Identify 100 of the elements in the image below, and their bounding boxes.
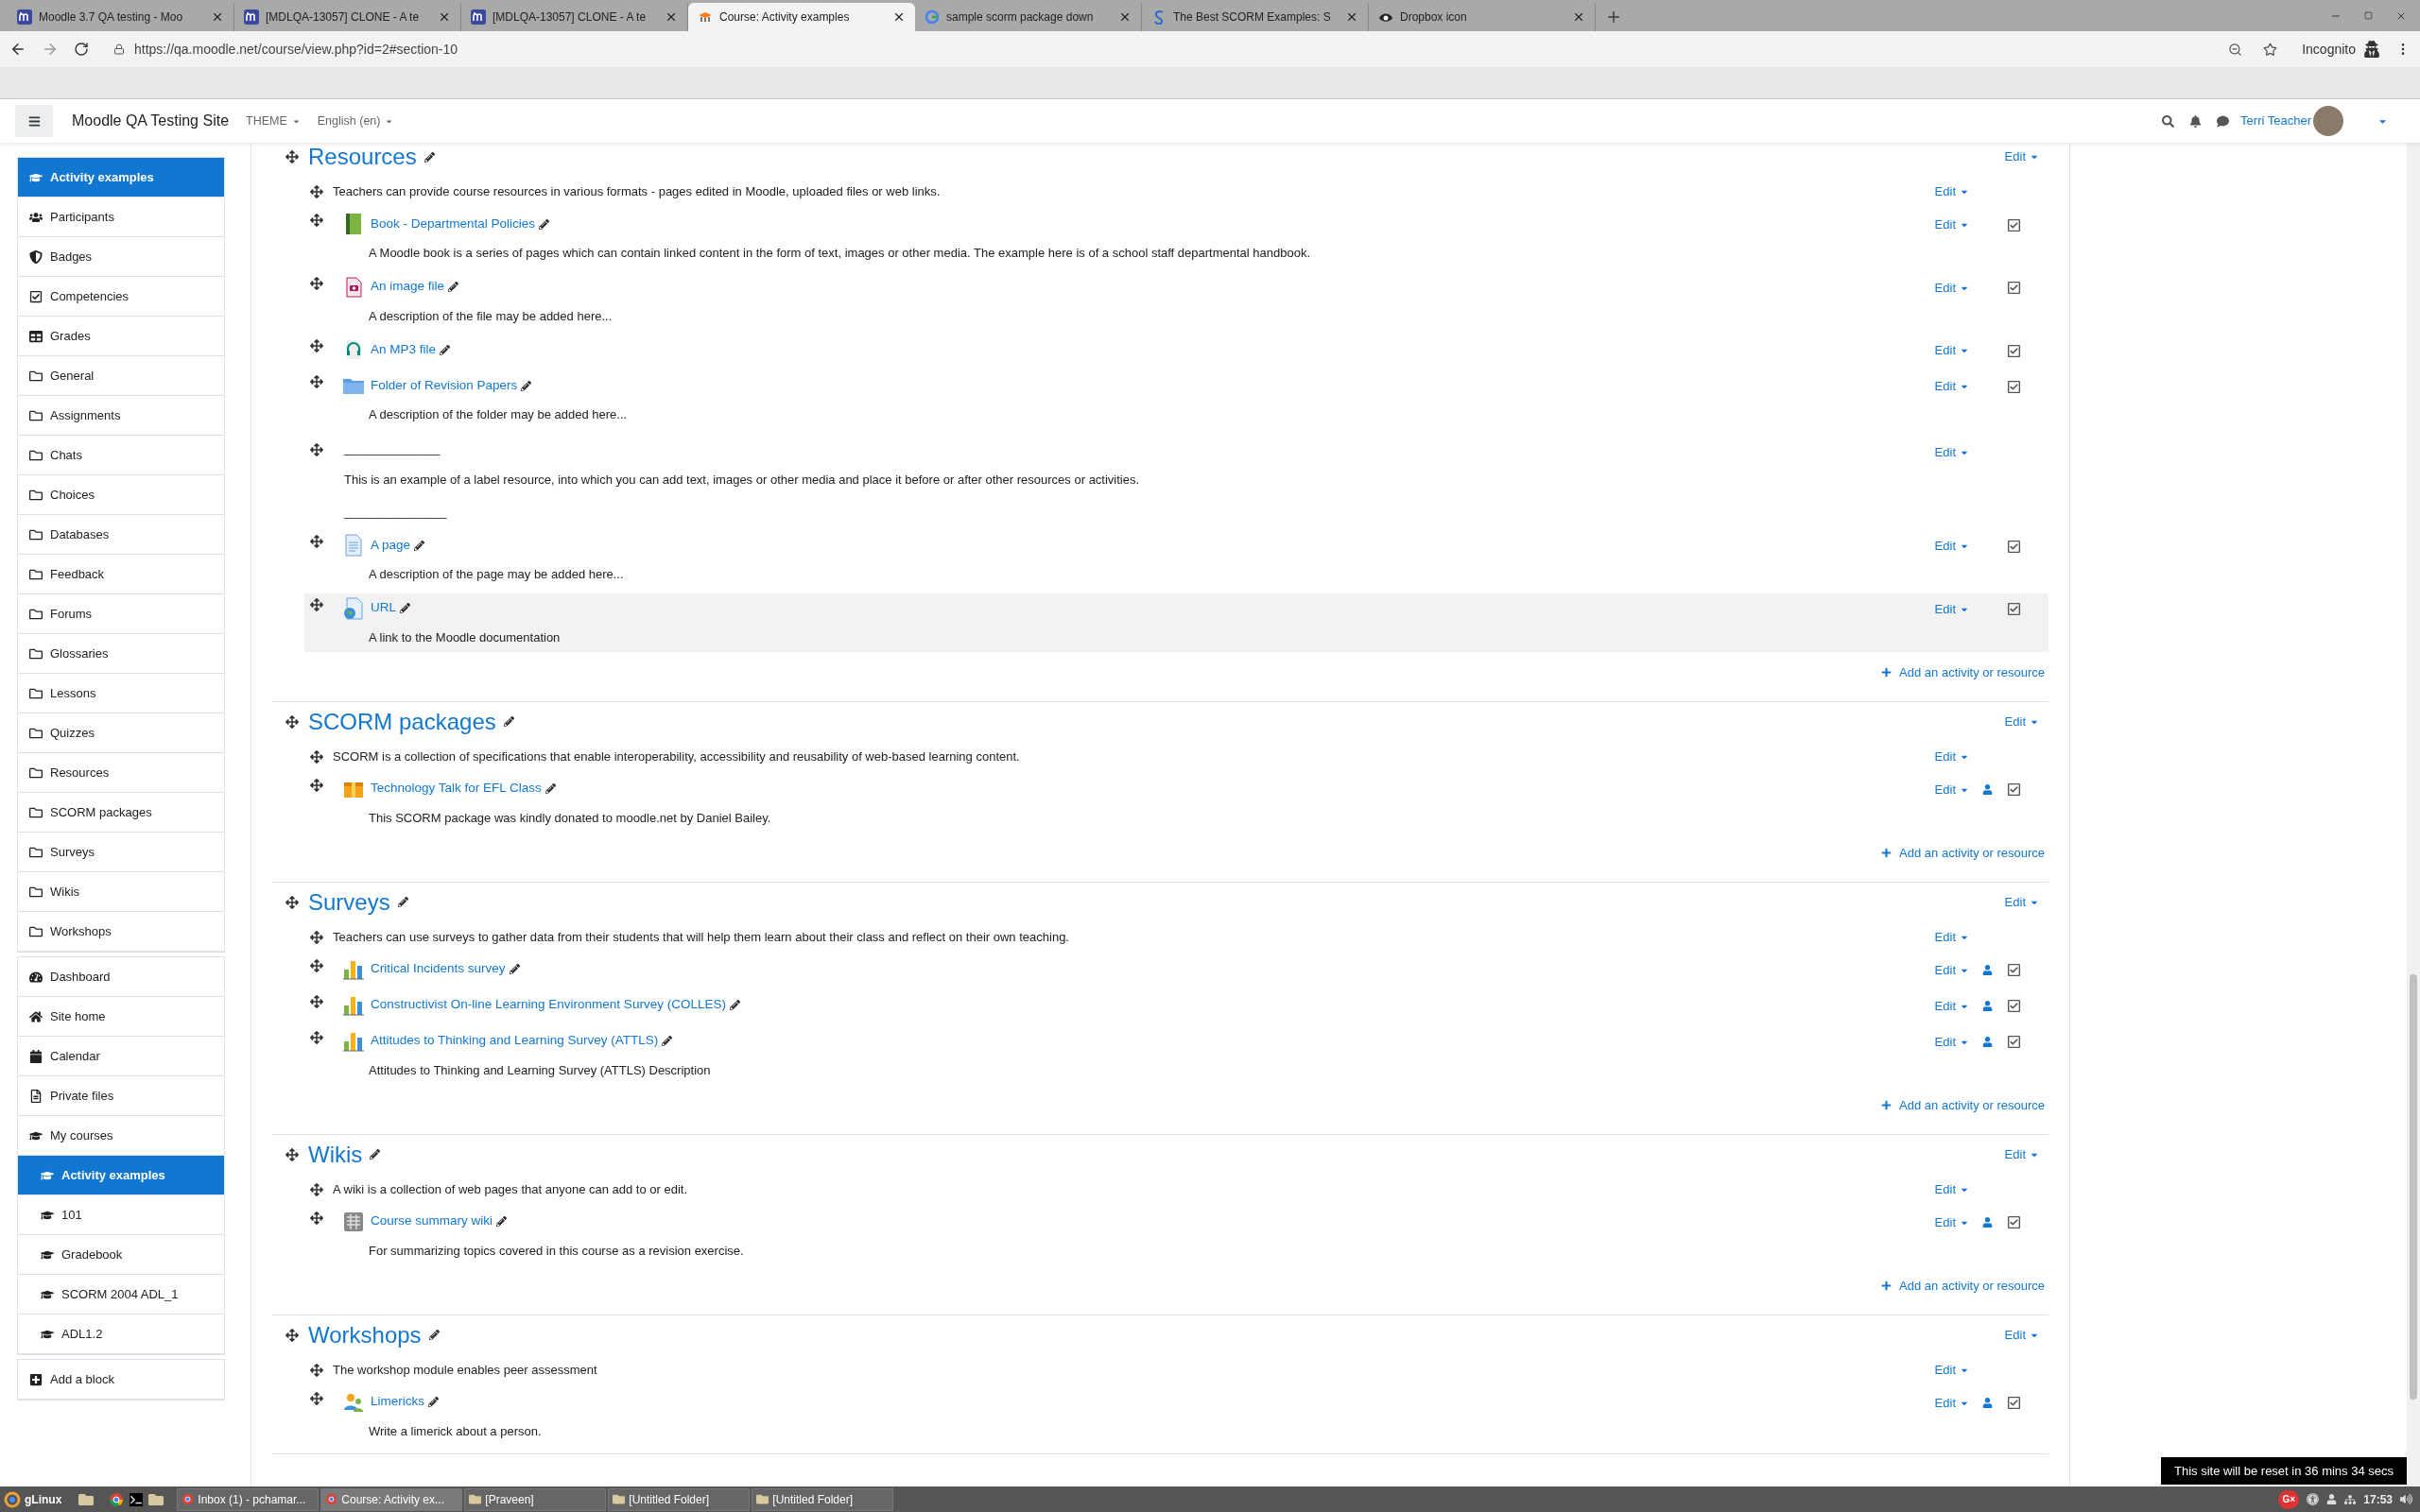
pencil-icon[interactable]	[400, 603, 410, 613]
edit-menu[interactable]: Edit	[1934, 278, 1969, 298]
activity-link[interactable]: Technology Talk for EFL Class	[371, 779, 542, 799]
completion-checkbox[interactable]	[2006, 1035, 2021, 1049]
edit-menu[interactable]: Edit	[1934, 182, 1969, 201]
edit-menu[interactable]: Edit	[1934, 996, 1969, 1016]
move-icon[interactable]	[310, 958, 323, 972]
completion-checkbox[interactable]	[2006, 782, 2021, 797]
header-menu[interactable]: THEME	[246, 112, 301, 130]
move-icon[interactable]	[310, 1363, 323, 1377]
activity-link[interactable]: Limericks	[371, 1392, 424, 1412]
scrollbar-thumb[interactable]	[2410, 974, 2417, 1400]
completion-checkbox[interactable]	[2006, 602, 2021, 616]
pencil-icon[interactable]	[539, 218, 550, 230]
close-icon[interactable]	[438, 10, 451, 24]
taskbar-window[interactable]: [Untitled Folder]	[608, 1487, 751, 1511]
site-name[interactable]: Moodle QA Testing Site	[72, 110, 230, 132]
activity-link[interactable]: Course summary wiki	[371, 1211, 493, 1231]
bookmark-star-icon[interactable]	[2263, 42, 2278, 57]
edit-menu[interactable]: Edit	[1934, 442, 1969, 462]
close-icon[interactable]	[892, 10, 906, 24]
glinux-logo-icon[interactable]	[4, 1490, 21, 1508]
edit-menu[interactable]: Edit	[1934, 377, 1969, 396]
pencil-icon[interactable]	[428, 1330, 440, 1340]
section-title[interactable]: SCORM packages	[308, 710, 496, 733]
pencil-icon[interactable]	[496, 1216, 508, 1227]
user-icon[interactable]	[2326, 1494, 2338, 1504]
accessibility-icon[interactable]	[2307, 1493, 2320, 1505]
user-icon[interactable]	[1981, 1398, 1993, 1408]
edit-menu[interactable]: Edit	[1934, 1212, 1969, 1232]
reload-icon[interactable]	[74, 42, 89, 57]
section-title[interactable]: Wikis	[308, 1143, 363, 1166]
move-icon[interactable]	[310, 597, 323, 611]
edit-menu[interactable]: Edit	[1934, 927, 1969, 947]
move-icon[interactable]	[285, 1328, 299, 1342]
volume-icon[interactable]	[2400, 1493, 2412, 1505]
section-title[interactable]: Resources	[308, 146, 417, 168]
completion-checkbox[interactable]	[2006, 281, 2021, 295]
move-icon[interactable]	[310, 778, 323, 792]
chrome-icon[interactable]	[109, 1491, 125, 1507]
completion-checkbox[interactable]	[2006, 217, 2021, 232]
add-activity-link[interactable]: Add an activity or resource	[1881, 1277, 2045, 1296]
move-icon[interactable]	[310, 1030, 323, 1044]
terminal-icon[interactable]	[130, 1492, 144, 1506]
avatar[interactable]	[2313, 106, 2343, 136]
completion-checkbox[interactable]	[2006, 343, 2021, 358]
close-icon[interactable]	[211, 10, 224, 24]
back-icon[interactable]	[9, 41, 26, 58]
move-icon[interactable]	[310, 185, 323, 198]
pencil-icon[interactable]	[509, 964, 520, 974]
taskbar-window[interactable]: Course: Activity ex...	[320, 1487, 463, 1511]
add-activity-link[interactable]: Add an activity or resource	[1881, 1096, 2045, 1115]
move-icon[interactable]	[285, 1147, 299, 1161]
pencil-icon[interactable]	[370, 1149, 381, 1160]
edit-menu[interactable]: Edit	[1934, 599, 1969, 619]
edit-menu[interactable]: Edit	[1934, 747, 1969, 766]
incognito-icon[interactable]	[2363, 41, 2380, 58]
pencil-icon[interactable]	[440, 344, 451, 355]
pencil-icon[interactable]	[662, 1036, 673, 1046]
pencil-icon[interactable]	[729, 1000, 740, 1010]
completion-checkbox[interactable]	[2006, 1215, 2021, 1229]
completion-checkbox[interactable]	[2006, 1396, 2021, 1410]
edit-menu[interactable]: Edit	[1934, 780, 1969, 799]
tray-badge[interactable]: G×	[2278, 1489, 2300, 1509]
edit-menu[interactable]: Edit	[1934, 215, 1969, 234]
move-icon[interactable]	[310, 375, 323, 388]
completion-checkbox[interactable]	[2006, 963, 2021, 977]
completion-checkbox[interactable]	[2006, 539, 2021, 554]
user-icon[interactable]	[1981, 1001, 1993, 1011]
search-icon[interactable]	[2162, 114, 2175, 128]
section-title[interactable]: Workshops	[308, 1323, 422, 1347]
activity-link[interactable]: Book - Departmental Policies	[371, 214, 536, 234]
edit-menu[interactable]: Edit	[2004, 1325, 2039, 1345]
folder-icon[interactable]	[148, 1491, 164, 1507]
notifications-icon[interactable]	[2189, 114, 2203, 128]
pencil-icon[interactable]	[448, 282, 459, 292]
start-label[interactable]: gLinux	[25, 1490, 62, 1508]
edit-menu[interactable]: Edit	[1934, 1393, 1969, 1413]
edit-menu[interactable]: Edit	[1934, 1360, 1969, 1380]
close-icon[interactable]	[1118, 10, 1132, 24]
taskbar-window[interactable]: [Praveen]	[464, 1487, 607, 1511]
menu-button[interactable]	[15, 105, 53, 137]
move-icon[interactable]	[310, 339, 323, 352]
edit-menu[interactable]: Edit	[2004, 1144, 2039, 1164]
move-icon[interactable]	[285, 714, 299, 729]
add-activity-link[interactable]: Add an activity or resource	[1881, 663, 2045, 682]
header-menu[interactable]: English (en)	[317, 112, 394, 130]
section-title[interactable]: Surveys	[308, 890, 390, 914]
edit-menu[interactable]: Edit	[1934, 537, 1969, 556]
edit-menu[interactable]: Edit	[2004, 147, 2039, 166]
pencil-icon[interactable]	[397, 897, 408, 907]
edit-menu[interactable]: Edit	[1934, 1032, 1969, 1052]
user-icon[interactable]	[1981, 1037, 1993, 1047]
add-activity-link[interactable]: Add an activity or resource	[1881, 844, 2045, 863]
activity-link[interactable]: An MP3 file	[371, 339, 437, 360]
move-icon[interactable]	[310, 749, 323, 764]
move-icon[interactable]	[310, 994, 323, 1008]
move-icon[interactable]	[310, 1182, 323, 1196]
activity-link[interactable]: Constructivist On-line Learning Environment Survey (COLLES)	[371, 995, 726, 1015]
move-icon[interactable]	[310, 930, 323, 944]
